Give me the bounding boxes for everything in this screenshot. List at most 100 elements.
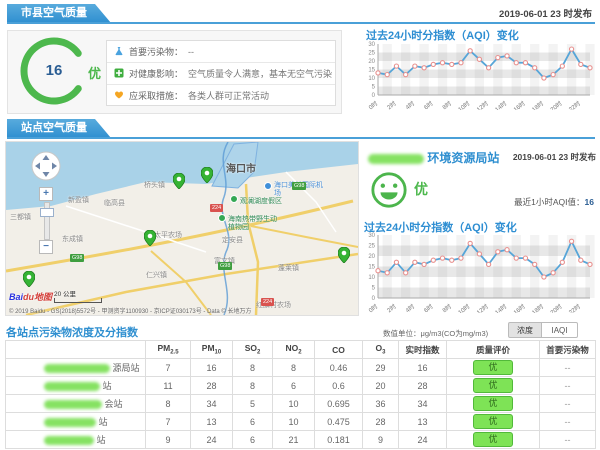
station-map-pin[interactable] — [201, 167, 213, 188]
map-pan-control[interactable] — [31, 151, 61, 181]
pollutant-value: 0.181 — [315, 431, 363, 449]
redacted-station-name — [44, 418, 96, 427]
svg-text:14时: 14时 — [493, 302, 508, 313]
pollutant-value: 20 — [363, 377, 399, 395]
road-badge: 224 — [261, 298, 274, 306]
station-name-suffix: 站 — [103, 381, 112, 391]
table-row: 站9246210.181924优-- — [6, 431, 596, 449]
pollutant-value: 6 — [273, 377, 315, 395]
svg-text:5: 5 — [372, 85, 376, 91]
primary-pollutant-cell: -- — [540, 359, 596, 377]
station-name-cell: 源局站 — [6, 359, 146, 377]
station-name-suffix: 会站 — [105, 399, 123, 409]
map-town-label: 新盈镇 — [68, 195, 89, 205]
station-name: 环境资源局站 — [368, 149, 499, 166]
svg-text:30: 30 — [368, 233, 375, 239]
pollutant-value: 24 — [191, 431, 233, 449]
unit-label: 数值单位：μg/m3(CO为mg/m3) — [383, 328, 488, 339]
station-name-cell: 站 — [6, 413, 146, 431]
svg-text:22时: 22时 — [567, 99, 582, 110]
city-aqi-card: 16 优 首要污染物：--对健康影响：空气质量令人满意，基本无空气污染应采取措施… — [7, 30, 342, 114]
redacted-station-name — [44, 436, 94, 445]
table-row: 站7136100.4752813优-- — [6, 413, 596, 431]
recent-aqi: 最近1小时AQI值：16 — [514, 196, 594, 208]
info-row: 首要污染物：-- — [107, 41, 335, 63]
pollutant-value: 29 — [363, 359, 399, 377]
station-publish-time: 2019-06-01 23 时发布 — [513, 151, 596, 163]
station-map-pin[interactable] — [173, 173, 185, 194]
redacted-station-name — [44, 382, 100, 391]
toggle-concentration[interactable]: 浓度 — [508, 322, 542, 338]
map-town-label: 三都镇 — [10, 212, 31, 222]
rating-cell: 优 — [447, 359, 540, 377]
map-poi-label: 观澜湖度假区 — [240, 198, 292, 206]
svg-text:4时: 4时 — [404, 99, 416, 110]
svg-text:8时: 8时 — [441, 99, 453, 110]
svg-text:0: 0 — [372, 296, 376, 302]
pollutant-value: 8 — [233, 359, 273, 377]
svg-text:15: 15 — [368, 265, 375, 271]
station-map-pin[interactable] — [23, 271, 35, 292]
map-zoom-in-button[interactable]: + — [39, 187, 53, 201]
svg-text:22时: 22时 — [567, 302, 582, 313]
table-row: 会站8345100.6953634优-- — [6, 395, 596, 413]
pollutant-value: 7 — [146, 413, 191, 431]
measure-heart-icon — [114, 90, 124, 102]
table-row: 站1128860.62028优-- — [6, 377, 596, 395]
svg-text:10时: 10时 — [456, 302, 471, 313]
map-town-label: 东成镇 — [62, 234, 83, 244]
map-zoom-out-button[interactable]: − — [39, 240, 53, 254]
pollutant-value: 6 — [233, 413, 273, 431]
svg-text:6时: 6时 — [422, 302, 434, 313]
info-value: 各类人群可正常活动 — [188, 89, 269, 102]
svg-text:0时: 0时 — [367, 302, 379, 313]
station-map-pin[interactable] — [338, 247, 350, 268]
pollutant-value: 10 — [273, 413, 315, 431]
map-town-label: 临高县 — [104, 198, 125, 208]
primary-pollutant-cell: -- — [540, 431, 596, 449]
pollutant-value: 8 — [273, 359, 315, 377]
road-badge: G98 — [218, 262, 232, 270]
toggle-iaqi[interactable]: IAQI — [542, 322, 578, 338]
pollutant-table: PM2.5PM10SO2NO2COO3实时指数质量评价首要污染物 源局站7168… — [5, 340, 596, 449]
map-town-label: 蓬莱镇 — [278, 263, 299, 273]
road-badge: 224 — [210, 204, 223, 212]
station-map[interactable]: 海口市 桥头镇新盈镇临高县三都镇东成镇太平农场定安县富文镇仁兴镇蓬莱镇红旗村农场… — [5, 141, 359, 316]
pollutant-value: 21 — [273, 431, 315, 449]
pollutant-value: 11 — [146, 377, 191, 395]
station-name-suffix: 源局站 — [113, 363, 140, 373]
info-label: 应采取措施： — [129, 89, 183, 102]
column-header: O3 — [363, 341, 399, 359]
map-town-label: 定安县 — [222, 235, 243, 245]
air-quality-dashboard: 市县空气质量 2019-06-01 23 时发布 16 优 首要污染物：--对健… — [0, 0, 600, 450]
map-copyright: © 2019 Baidu - GS(2018)5572号 - 甲测资字11009… — [9, 306, 252, 315]
pollutant-value: 24 — [399, 431, 447, 449]
aqi-level: 优 — [88, 63, 101, 82]
column-header: CO — [315, 341, 363, 359]
table-title: 各站点污染物浓度及分指数 — [6, 324, 138, 340]
pollutant-value: 0.6 — [315, 377, 363, 395]
rating-cell: 优 — [447, 431, 540, 449]
info-row: 对健康影响：空气质量令人满意，基本无空气污染 — [107, 63, 335, 85]
svg-text:20时: 20时 — [549, 99, 564, 110]
column-header: 实时指数 — [399, 341, 447, 359]
pollutant-value: 34 — [191, 395, 233, 413]
pollutant-value: 16 — [191, 359, 233, 377]
svg-text:15: 15 — [368, 68, 375, 74]
svg-text:12时: 12时 — [475, 99, 490, 110]
column-header: PM2.5 — [146, 341, 191, 359]
aqi-info-box: 首要污染物：--对健康影响：空气质量令人满意，基本无空气污染应采取措施： 各类人群… — [106, 40, 336, 106]
svg-text:16时: 16时 — [512, 302, 527, 313]
primary-pollutant-cell: -- — [540, 395, 596, 413]
pollutant-value: 8 — [146, 395, 191, 413]
svg-text:16时: 16时 — [512, 99, 527, 110]
column-header: PM10 — [191, 341, 233, 359]
primary-pollutant-cell: -- — [540, 377, 596, 395]
svg-text:10: 10 — [368, 76, 375, 82]
health-cross-icon — [114, 68, 124, 80]
map-zoom-thumb[interactable] — [40, 208, 54, 217]
rating-badge: 优 — [473, 378, 513, 393]
station-map-pin[interactable] — [144, 230, 156, 251]
map-town-label: 桥头镇 — [144, 180, 165, 190]
rating-badge: 优 — [473, 360, 513, 375]
